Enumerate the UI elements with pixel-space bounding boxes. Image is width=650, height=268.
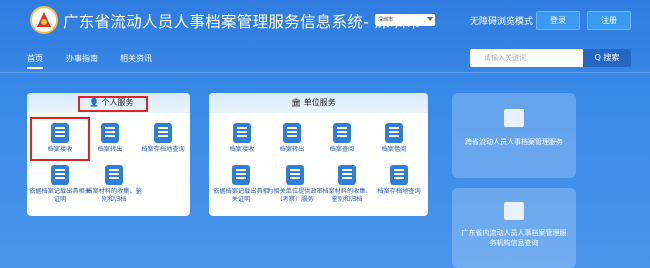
- unit-service-panel: 🏛 单位服务 档案接收 档案转出 档案查阅 档案借阅 依据档案记载出具相关证明 …: [209, 93, 428, 216]
- service-item[interactable]: 档案转出: [85, 123, 135, 154]
- chevron-down-icon: [427, 17, 433, 21]
- accessibility-link[interactable]: 无障碍浏览模式: [470, 14, 533, 27]
- service-item[interactable]: 档案查阅: [317, 123, 367, 154]
- service-item[interactable]: 档案转出: [267, 123, 317, 154]
- service-item[interactable]: 为相关单位提供政审（考察）服务: [265, 165, 325, 204]
- page-title: 广东省流动人员人事档案管理服务信息系统- 深圳市: [63, 13, 422, 31]
- document-icon: [51, 165, 69, 185]
- login-button[interactable]: 登录: [536, 11, 580, 30]
- nav-item-news[interactable]: 相关资讯: [120, 53, 152, 64]
- side-card-province-query[interactable]: 广东省内流动人员人事档案管理服务机构信息查询: [452, 188, 576, 268]
- document-icon: [390, 165, 408, 185]
- document-icon: [101, 123, 119, 143]
- personal-service-panel: 👤 个人服务 档案接收 档案转出 档案存档地查询 依据档案记载出具相关证明 档案…: [27, 93, 190, 216]
- document-search-icon: [504, 202, 524, 220]
- document-icon: [154, 123, 172, 143]
- city-select[interactable]: 深圳市: [375, 14, 435, 26]
- service-item[interactable]: 档案接收: [35, 123, 85, 154]
- service-item[interactable]: 依据档案记载出具相关证明: [211, 165, 271, 204]
- service-item[interactable]: 档案存档地查询: [371, 165, 427, 196]
- document-icon: [338, 165, 356, 185]
- logo: [30, 6, 58, 34]
- register-button[interactable]: 注册: [587, 11, 631, 30]
- service-item[interactable]: 档案存档地查询: [135, 123, 191, 154]
- service-item[interactable]: 档案材料的收集、鉴别和归档: [85, 165, 143, 204]
- nav-item-guide[interactable]: 办事指南: [66, 53, 98, 64]
- document-icon: [105, 165, 123, 185]
- search-button[interactable]: Q 搜索: [583, 49, 631, 67]
- service-item[interactable]: 档案接收: [217, 123, 267, 154]
- document-icon: [283, 123, 301, 143]
- search-input[interactable]: 请输入关键词: [470, 49, 583, 67]
- document-icon: [385, 123, 403, 143]
- side-card-cross-province[interactable]: 跨省流动人员人事档案管理服务: [452, 93, 576, 178]
- service-item[interactable]: 依据档案记载出具相关证明: [29, 165, 91, 204]
- document-icon: [286, 165, 304, 185]
- document-icon: [232, 165, 250, 185]
- document-icon: [333, 123, 351, 143]
- document-icon: [51, 123, 69, 143]
- service-item[interactable]: 档案材料的收集、鉴别和归档: [321, 165, 373, 204]
- service-item[interactable]: 档案借阅: [369, 123, 419, 154]
- document-icon: [233, 123, 251, 143]
- divider: [0, 72, 650, 73]
- id-card-icon: [504, 109, 524, 127]
- header: 广东省流动人员人事档案管理服务信息系统- 深圳市 深圳市 无障碍浏览模式 登录 …: [0, 0, 650, 46]
- city-select-value: 深圳市: [378, 17, 394, 23]
- personal-panel-title: 👤 个人服务: [89, 98, 134, 107]
- nav-item-home[interactable]: 首页: [27, 53, 43, 69]
- unit-panel-title: 🏛 单位服务: [291, 98, 336, 107]
